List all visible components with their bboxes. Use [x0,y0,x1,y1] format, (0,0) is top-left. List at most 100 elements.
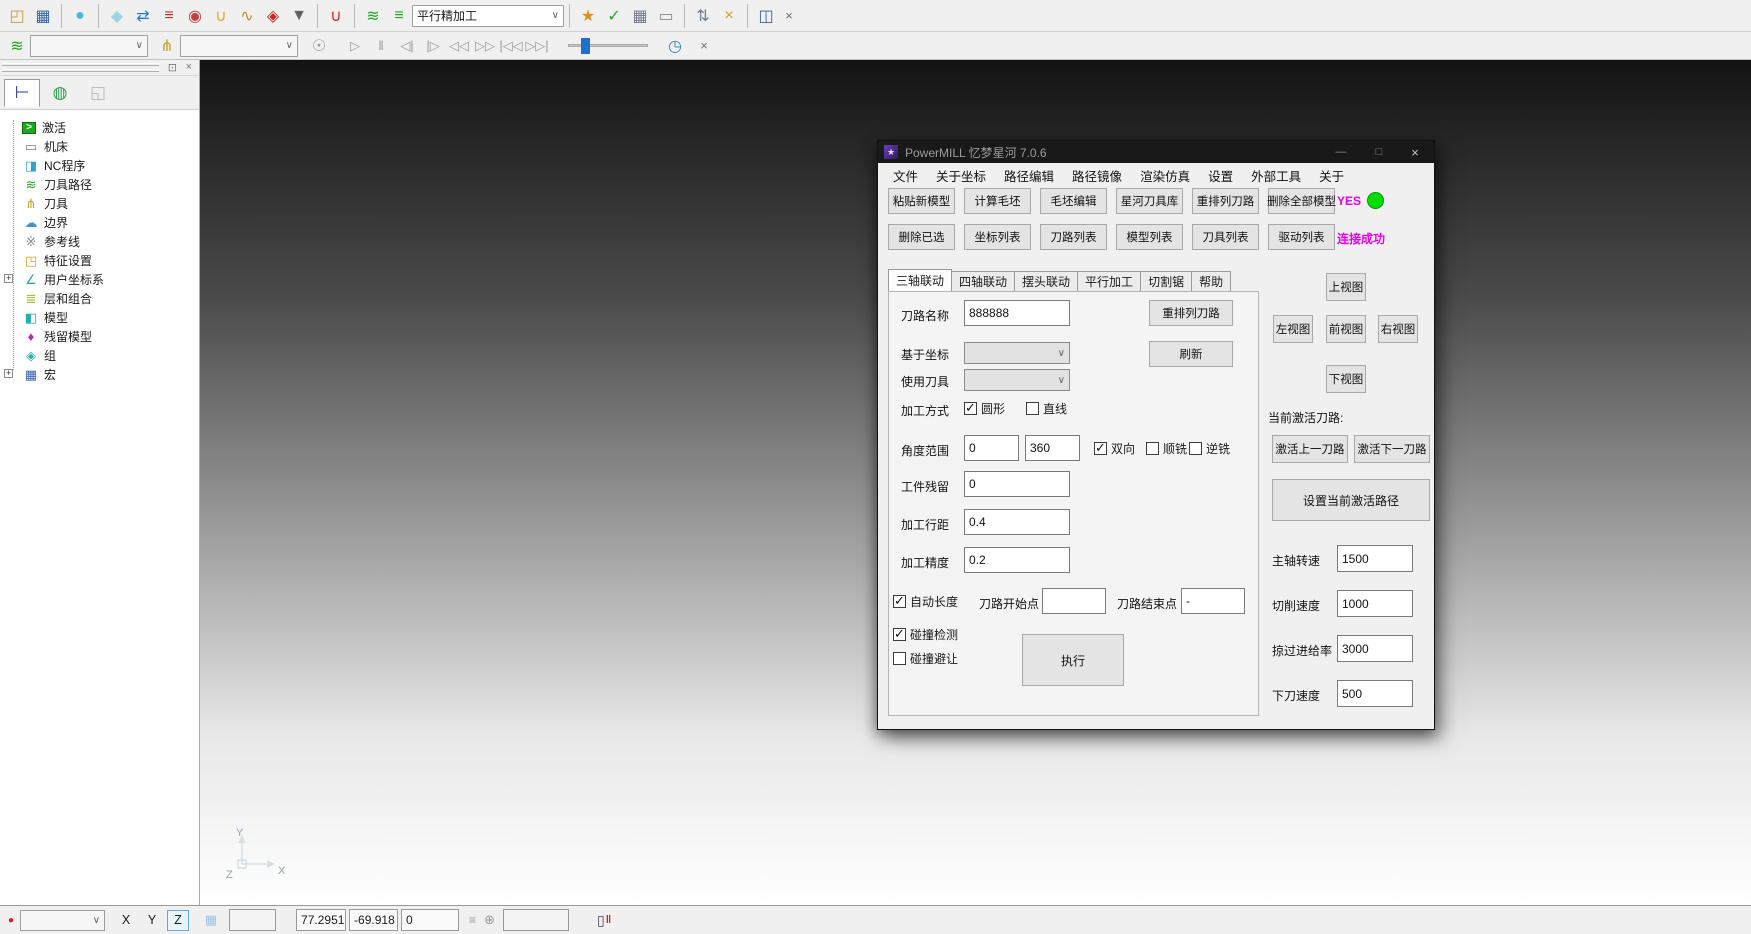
recycle-tab[interactable]: ◱ [80,79,116,107]
go-end-icon[interactable]: ▷▷| [524,38,550,54]
collision-avoid-checkbox[interactable] [893,652,906,665]
gripper[interactable] [2,69,159,72]
circle-checkbox[interactable] [964,402,977,415]
line-option[interactable]: 直线 [1026,400,1067,417]
conventional-checkbox[interactable] [1189,442,1202,455]
rearrange-toolpaths-button[interactable]: 重排列刀路 [1192,188,1259,214]
circle-option[interactable]: 圆形 [964,400,1005,417]
refresh-button[interactable]: 刷新 [1149,341,1233,367]
speed-slider[interactable] [568,44,648,47]
delete-selected-button[interactable]: 删除已选 [888,224,955,250]
collision-detect-checkbox[interactable] [893,628,906,641]
sim-tool-dropdown[interactable]: ∨ [180,35,298,57]
end-point-input[interactable] [1181,588,1245,614]
expand-icon[interactable] [4,369,13,378]
menu-settings[interactable]: 设置 [1199,166,1242,185]
skim-feed-input[interactable] [1337,635,1413,662]
model-list-button[interactable]: 模型列表 [1116,224,1183,250]
calculator-icon[interactable]: ▦ [627,3,653,29]
view-left-button[interactable]: 左视图 [1273,315,1313,343]
base-coord-select[interactable]: ∨ [964,342,1070,364]
step-back-icon[interactable]: ◁| [394,38,420,54]
tree-item-feature-sets[interactable]: ◳特征设置 [8,251,199,270]
probe-icon[interactable]: ⊕ [484,912,495,928]
paste-new-model-button[interactable]: 粘贴新模型 [888,188,955,214]
explorer-tab[interactable]: ⊢ [4,79,40,107]
menu-path-edit[interactable]: 路径编辑 [995,166,1063,185]
auto-length-option[interactable]: 自动长度 [893,593,958,610]
close-panel-icon[interactable]: × [186,61,192,73]
tree-item-workplanes[interactable]: ∠用户坐标系 [8,270,199,289]
pattern-icon[interactable]: ◈ [260,3,286,29]
toolbar-close-icon[interactable]: × [694,36,714,56]
view-bottom-button[interactable]: 下视图 [1326,365,1366,393]
tree-item-models[interactable]: ◧模型 [8,308,199,327]
activate-prev-button[interactable]: 激活上一刀路 [1272,435,1348,463]
plunge-speed-input[interactable] [1337,680,1413,707]
auto-length-checkbox[interactable] [893,595,906,608]
tool-list-button[interactable]: 刀具列表 [1192,224,1259,250]
grid-size-field[interactable] [229,909,276,931]
ucs-tool-icon[interactable]: ★ [575,3,601,29]
axis-z-button[interactable]: Z [167,910,189,931]
nc-program-icon[interactable]: ≡ [156,3,182,29]
tree-item-macros[interactable]: ▦宏 [8,365,199,384]
start-point-input[interactable] [1042,588,1106,614]
menu-render-sim[interactable]: 渲染仿真 [1131,166,1199,185]
block-icon[interactable]: ◆ [104,3,130,29]
play-icon[interactable]: ▷ [342,38,368,54]
line-checkbox[interactable] [1026,402,1039,415]
collision-check-icon[interactable]: ∪ [323,3,349,29]
tree-item-patterns[interactable]: ※参考线 [8,232,199,251]
tolerance-input[interactable] [964,547,1070,573]
delete-all-models-button[interactable]: 删除全部模型 [1268,188,1335,214]
menu-file[interactable]: 文件 [884,166,927,185]
tree-item-nc-program[interactable]: ◨NC程序 [8,156,199,175]
menu-external-tools[interactable]: 外部工具 [1242,166,1310,185]
print-icon[interactable]: ● [67,3,93,29]
view-top-button[interactable]: 上视图 [1326,273,1366,301]
execute-button[interactable]: 执行 [1022,634,1124,686]
stock-edit-button[interactable]: 毛坯编辑 [1040,188,1107,214]
pause-icon[interactable]: ‖ [368,38,394,53]
spindle-speed-input[interactable] [1337,545,1413,572]
tab-parallel[interactable]: 平行加工 [1078,271,1141,292]
viewmill-tab[interactable]: ◍ [42,79,78,107]
boundary-icon[interactable]: ∿ [234,3,260,29]
menu-about[interactable]: 关于 [1310,166,1353,185]
toolpath-connections-icon[interactable]: ⇄ [130,3,156,29]
angle-to-input[interactable] [1025,435,1080,461]
rewind-icon[interactable]: ◁◁ [446,38,472,54]
axis-x-button[interactable]: X [115,910,137,931]
conventional-option[interactable]: 逆铣 [1189,440,1230,457]
nc-program-dropdown[interactable]: ∨ [30,35,148,57]
bidirectional-checkbox[interactable] [1094,442,1107,455]
tree-item-boundaries[interactable]: ☁边界 [8,213,199,232]
record-icon[interactable]: ● [8,915,14,926]
tool-icon[interactable]: ◉ [182,3,208,29]
toolbar-close-icon[interactable]: × [779,6,799,26]
shade-icon[interactable]: ☉ [306,33,332,59]
tree-item-machine[interactable]: ▭机床 [8,137,199,156]
go-start-icon[interactable]: |◁◁ [498,38,524,54]
float-panel-icon[interactable]: ⊡ [168,61,177,74]
close-button[interactable]: × [1400,141,1430,163]
fast-forward-icon[interactable]: ▷▷ [472,38,498,54]
tab-3axis[interactable]: 三轴联动 [888,269,952,292]
grid-toggle-icon[interactable]: ▦ [201,910,221,930]
dialog-titlebar[interactable]: ★ PowerMILL 忆梦星河 7.0.6 — □ × [878,141,1434,163]
ruler-icon[interactable]: ▭ [653,3,679,29]
tree-item-toolpaths[interactable]: ≋刀具路径 [8,175,199,194]
toolpath-list-button[interactable]: 刀路列表 [1040,224,1107,250]
climb-checkbox[interactable] [1146,442,1159,455]
expand-icon[interactable] [4,274,13,283]
angle-from-input[interactable] [964,435,1019,461]
verify-icon[interactable]: ✓ [601,3,627,29]
maximize-button[interactable]: □ [1364,141,1394,163]
tool-swap-icon[interactable]: ⇅ [690,3,716,29]
step-forward-icon[interactable]: |▷ [420,38,446,54]
tree-item-activate[interactable]: >激活 [8,118,199,137]
menu-about-coords[interactable]: 关于坐标 [927,166,995,185]
tree-item-tools[interactable]: ⋔刀具 [8,194,199,213]
drive-list-button[interactable]: 驱动列表 [1268,224,1335,250]
